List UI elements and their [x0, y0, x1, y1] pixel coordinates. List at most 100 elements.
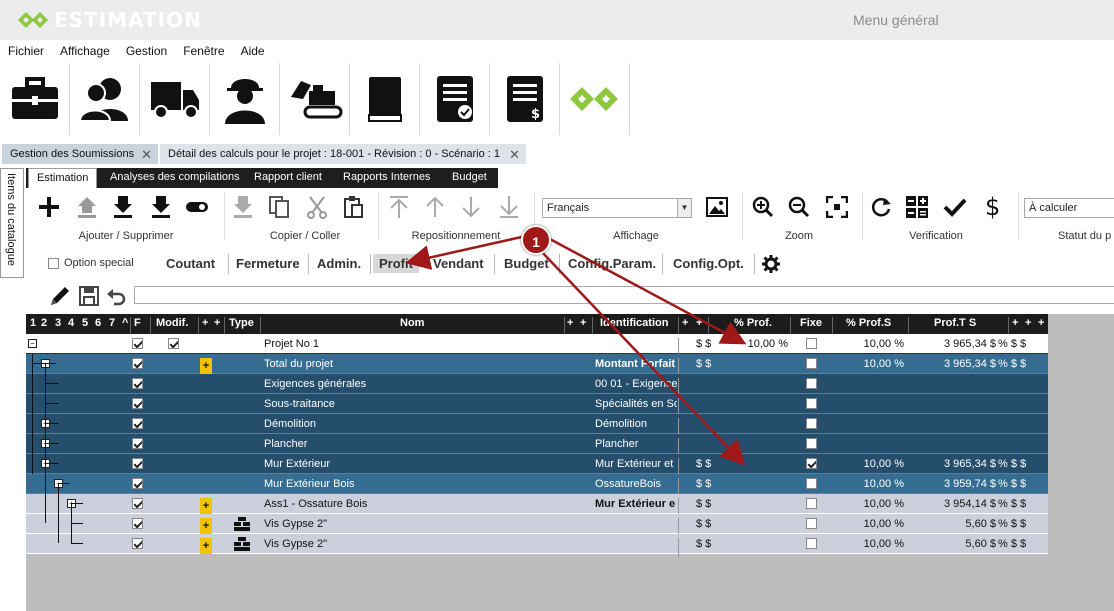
zoom-out-button[interactable]: [786, 194, 812, 220]
table-row[interactable]: − Projet No 1 $ $ 10,00 % 10,00 % 3 965,34 $%…: [26, 334, 1048, 358]
insert-child-button[interactable]: [148, 194, 174, 220]
equipment-button[interactable]: [280, 63, 350, 135]
f-checkbox[interactable]: [132, 418, 143, 429]
move-down-button[interactable]: [458, 194, 484, 220]
tab-detail-calculs[interactable]: Détail des calculs pour le projet : 18-0…: [160, 144, 526, 164]
home-logo-button[interactable]: [560, 63, 630, 135]
tab-gestion-soumissions[interactable]: Gestion des Soumissions ✕: [2, 144, 158, 164]
menu-affichage[interactable]: Affichage: [52, 40, 118, 62]
tab-rapport-client[interactable]: Rapport client: [246, 168, 330, 188]
fixe-checkbox[interactable]: [806, 358, 817, 369]
plus-header[interactable]: +: [580, 317, 586, 329]
nom-header[interactable]: Nom: [400, 317, 424, 329]
fixe-header[interactable]: Fixe: [800, 317, 822, 329]
truck-button[interactable]: [140, 63, 210, 135]
add-child-button[interactable]: +: [200, 518, 212, 534]
pct-prof-s-cell[interactable]: 10,00 %: [846, 538, 904, 550]
identification-cell[interactable]: Mur Extérieur et: [595, 458, 677, 470]
nom-cell[interactable]: Exigences générales: [264, 378, 560, 390]
table-row[interactable]: −+Total du projetMontant Forfait$ $10,00…: [26, 354, 1048, 378]
view-tab-config-param[interactable]: Config.Param.: [562, 254, 662, 273]
nom-cell[interactable]: Vis Gypse 2": [264, 538, 560, 550]
table-row[interactable]: +DémolitionDémolition: [26, 414, 1048, 438]
pct-prof-s-cell[interactable]: 10,00 %: [846, 478, 904, 490]
table-row[interactable]: + Vis Gypse 2" $ $ 10,00 % 5,60 $% $ $: [26, 514, 1048, 538]
nom-cell[interactable]: Mur Extérieur: [264, 458, 560, 470]
contacts-button[interactable]: [70, 63, 140, 135]
plus-header[interactable]: +: [1025, 317, 1031, 329]
type-header[interactable]: Type: [229, 317, 254, 329]
insert-above-button[interactable]: [74, 194, 100, 220]
pct-prof-s-cell[interactable]: 10,00 %: [846, 338, 904, 350]
invoice-button[interactable]: $: [490, 63, 560, 135]
level-header-6[interactable]: 6: [95, 317, 101, 329]
f-checkbox[interactable]: [132, 398, 143, 409]
pct-prof-header[interactable]: % Prof.: [734, 317, 772, 329]
plus-header[interactable]: +: [202, 317, 208, 329]
nom-cell[interactable]: Projet No 1: [264, 338, 560, 350]
tab-analyses[interactable]: Analyses des compilations: [102, 168, 248, 188]
worker-button[interactable]: [210, 63, 280, 135]
level-header-2[interactable]: 2: [41, 317, 47, 329]
plus-header[interactable]: +: [696, 317, 702, 329]
view-tab-vendant[interactable]: Vendant: [427, 254, 490, 273]
menu-gestion[interactable]: Gestion: [118, 40, 175, 62]
identification-cell[interactable]: 00 01 - Exigence: [595, 378, 677, 390]
approved-document-button[interactable]: [420, 63, 490, 135]
save-icon[interactable]: [79, 286, 99, 306]
move-bottom-button[interactable]: [496, 194, 522, 220]
view-tab-profit[interactable]: Profit: [373, 254, 419, 273]
view-tab-coutant[interactable]: Coutant: [160, 254, 221, 273]
view-tab-config-opt[interactable]: Config.Opt.: [667, 254, 750, 273]
tab-estimation[interactable]: Estimation: [28, 168, 98, 188]
fixe-checkbox[interactable]: [806, 378, 817, 389]
plus-header[interactable]: +: [567, 317, 573, 329]
identification-cell[interactable]: Spécialités en So: [595, 398, 677, 410]
identification-cell[interactable]: Démolition: [595, 418, 677, 430]
level-header-5[interactable]: 5: [82, 317, 88, 329]
menu-general-label[interactable]: Menu général: [853, 12, 939, 28]
nom-cell[interactable]: Total du projet: [264, 358, 560, 370]
modif-checkbox[interactable]: [168, 338, 179, 349]
cut-button[interactable]: [304, 194, 330, 220]
pct-prof-s-cell[interactable]: 10,00 %: [846, 358, 904, 370]
pct-prof-s-cell[interactable]: 10,00 %: [846, 518, 904, 530]
gear-icon[interactable]: [762, 255, 780, 273]
view-tab-fermeture[interactable]: Fermeture: [230, 254, 306, 273]
add-child-button[interactable]: +: [200, 498, 212, 514]
tab-budget[interactable]: Budget: [444, 168, 495, 188]
table-row[interactable]: Exigences générales 00 01 - Exigence: [26, 374, 1048, 398]
pct-prof-s-header[interactable]: % Prof.S: [846, 317, 891, 329]
refresh-button[interactable]: [868, 194, 894, 220]
identification-cell[interactable]: OssatureBois: [595, 478, 677, 490]
f-checkbox[interactable]: [132, 538, 143, 549]
nom-cell[interactable]: Démolition: [264, 418, 560, 430]
nom-cell[interactable]: Sous-traitance: [264, 398, 560, 410]
f-checkbox[interactable]: [132, 518, 143, 529]
status-select[interactable]: À calculer: [1024, 198, 1114, 218]
table-row[interactable]: + Vis Gypse 2" $ $ 10,00 % 5,60 $% $ $: [26, 534, 1048, 558]
plus-header[interactable]: +: [214, 317, 220, 329]
move-up-button[interactable]: [422, 194, 448, 220]
paste-special-button[interactable]: [230, 194, 256, 220]
level-header-1[interactable]: 1: [30, 317, 36, 329]
level-header-3[interactable]: 3: [55, 317, 61, 329]
fixe-checkbox[interactable]: [806, 458, 817, 469]
table-row[interactable]: Sous-traitance Spécialités en So: [26, 394, 1048, 418]
identification-cell[interactable]: Mur Extérieur e: [595, 498, 677, 510]
pct-prof-s-cell[interactable]: 10,00 %: [846, 458, 904, 470]
fixe-checkbox[interactable]: [806, 478, 817, 489]
fixe-checkbox[interactable]: [806, 398, 817, 409]
add-child-button[interactable]: +: [200, 358, 212, 374]
table-row[interactable]: −Mur ExtérieurMur Extérieur et$ $10,00 %…: [26, 454, 1048, 478]
f-checkbox[interactable]: [132, 358, 143, 369]
sort-header[interactable]: ^: [122, 317, 128, 329]
nom-cell[interactable]: Mur Extérieur Bois: [264, 478, 560, 490]
plus-header[interactable]: +: [682, 317, 688, 329]
view-tab-admin[interactable]: Admin.: [311, 254, 367, 273]
fixe-checkbox[interactable]: [806, 498, 817, 509]
fixe-checkbox[interactable]: [806, 518, 817, 529]
insert-below-button[interactable]: [110, 194, 136, 220]
fixe-checkbox[interactable]: [806, 538, 817, 549]
nom-cell[interactable]: Ass1 - Ossature Bois: [264, 498, 560, 510]
